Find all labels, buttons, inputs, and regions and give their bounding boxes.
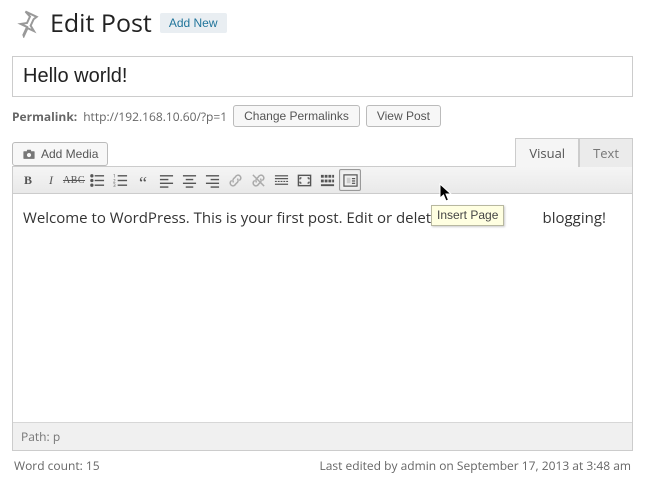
page-title: Edit Post xyxy=(50,6,152,40)
editor-toolbar: B I ABC 123 “ xyxy=(13,167,632,194)
editor-content-area[interactable]: Insert Page Welcome to WordPress. This i… xyxy=(13,194,632,422)
align-center-button[interactable] xyxy=(178,169,200,191)
path-label: Path: xyxy=(21,428,50,445)
unlink-button[interactable] xyxy=(247,169,269,191)
editor-content-text: Welcome to WordPress. This is your first… xyxy=(23,208,622,230)
editor: B I ABC 123 “ xyxy=(12,166,633,451)
permalink-row: Permalink: http://192.168.10.60/?p=1 Cha… xyxy=(12,105,633,127)
kitchen-sink-button[interactable] xyxy=(316,169,338,191)
strikethrough-button[interactable]: ABC xyxy=(63,169,85,191)
word-count-label: Word count: xyxy=(14,457,83,474)
align-right-button[interactable] xyxy=(201,169,223,191)
view-post-button[interactable]: View Post xyxy=(366,105,441,127)
tooltip: Insert Page xyxy=(431,205,504,226)
media-tabs-row: Add Media Visual Text xyxy=(12,137,633,166)
add-media-label: Add Media xyxy=(41,147,98,161)
permalink-url: http://192.168.10.60/?p=1 xyxy=(83,108,227,125)
numbered-list-button[interactable]: 123 xyxy=(109,169,131,191)
path-value[interactable]: p xyxy=(53,428,60,445)
word-count-value: 15 xyxy=(86,457,100,474)
bullet-list-button[interactable] xyxy=(86,169,108,191)
content-after: blogging! xyxy=(539,208,606,228)
camera-icon xyxy=(22,147,36,161)
pin-icon xyxy=(12,8,42,38)
italic-button[interactable]: I xyxy=(40,169,62,191)
permalink-label: Permalink: xyxy=(12,108,77,125)
fullscreen-button[interactable] xyxy=(293,169,315,191)
tab-visual[interactable]: Visual xyxy=(515,138,579,167)
insert-more-button[interactable] xyxy=(270,169,292,191)
add-new-button[interactable]: Add New xyxy=(160,13,227,33)
status-row: Word count: 15 Last edited by admin on S… xyxy=(12,451,633,474)
bold-button[interactable]: B xyxy=(17,169,39,191)
svg-text:3: 3 xyxy=(113,183,116,188)
word-count: Word count: 15 xyxy=(14,457,100,474)
insert-page-button[interactable] xyxy=(339,169,361,191)
last-edited: Last edited by admin on September 17, 20… xyxy=(319,457,631,474)
post-title-input[interactable] xyxy=(12,56,633,97)
editor-tabs: Visual Text xyxy=(515,137,633,166)
link-button[interactable] xyxy=(224,169,246,191)
blockquote-button[interactable]: “ xyxy=(132,169,154,191)
align-left-button[interactable] xyxy=(155,169,177,191)
tab-text[interactable]: Text xyxy=(579,138,633,167)
add-media-button[interactable]: Add Media xyxy=(12,142,108,166)
content-before: Welcome to WordPress. This is your first… xyxy=(23,208,460,228)
editor-path-bar: Path: p xyxy=(13,422,632,450)
page-header: Edit Post Add New xyxy=(12,6,633,40)
change-permalinks-button[interactable]: Change Permalinks xyxy=(233,105,360,127)
